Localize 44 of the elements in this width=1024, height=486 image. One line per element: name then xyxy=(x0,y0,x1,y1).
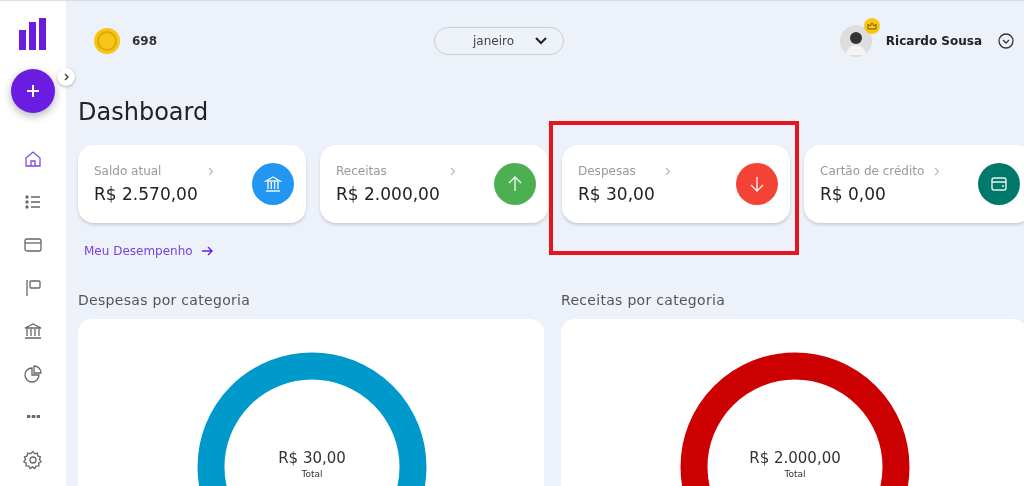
card-value: R$ 0,00 xyxy=(820,184,887,204)
card-label: Saldo atual xyxy=(94,164,163,178)
card-value: R$ 2.000,00 xyxy=(336,184,440,204)
settings-icon xyxy=(23,449,43,470)
card-label: Receitas xyxy=(336,164,388,178)
pie-chart-icon xyxy=(23,363,43,384)
coin-icon xyxy=(94,28,120,54)
bar-chart-logo-icon xyxy=(19,18,47,50)
chevron-right-icon xyxy=(934,167,941,176)
user-name: Ricardo Sousa xyxy=(885,34,982,48)
arrow-right-icon xyxy=(200,246,213,256)
month-dropdown[interactable]: janeiro xyxy=(434,27,564,55)
page-title: Dashboard xyxy=(78,97,210,127)
nav-pie-button[interactable] xyxy=(23,362,43,385)
panel-title: Receitas por categoria xyxy=(561,292,727,308)
card-value: R$ 2.570,00 xyxy=(94,184,198,204)
plus-icon xyxy=(26,84,40,98)
summary-card[interactable]: Saldo atual R$ 2.570,00 xyxy=(78,145,306,223)
card-label: Cartão de crédito xyxy=(820,164,925,178)
performance-link[interactable]: Meu Desempenho xyxy=(84,244,213,258)
more-icon xyxy=(26,415,40,418)
coin-count: 698 xyxy=(132,34,158,48)
chevron-right-icon xyxy=(449,167,456,176)
donut-label: Total xyxy=(784,469,806,479)
user-menu-button[interactable] xyxy=(998,33,1014,49)
crown-icon xyxy=(863,18,880,34)
card-label: Despesas xyxy=(578,164,637,178)
chevron-right-icon xyxy=(664,167,671,176)
avatar[interactable] xyxy=(839,25,872,57)
panel-title: Despesas por categoria xyxy=(78,292,252,308)
chevron-right-icon xyxy=(207,167,214,176)
chevron-right-icon xyxy=(62,73,70,81)
chevron-down-icon xyxy=(998,33,1014,49)
summary-card[interactable]: Cartão de crédito R$ 0,00 xyxy=(804,145,1024,223)
card-value: R$ 30,00 xyxy=(578,184,655,204)
donut-total: R$ 30,00 xyxy=(278,449,346,467)
summary-card[interactable]: Receitas R$ 2.000,00 xyxy=(320,145,548,223)
donut-label: Total xyxy=(301,469,323,479)
add-button[interactable] xyxy=(11,69,55,113)
caret-icon xyxy=(535,37,547,45)
nav-settings-button[interactable] xyxy=(23,448,43,471)
summary-card[interactable]: Despesas R$ 30,00 xyxy=(562,145,790,223)
flag-icon xyxy=(23,277,43,298)
donut-total: R$ 2.000,00 xyxy=(749,449,841,467)
